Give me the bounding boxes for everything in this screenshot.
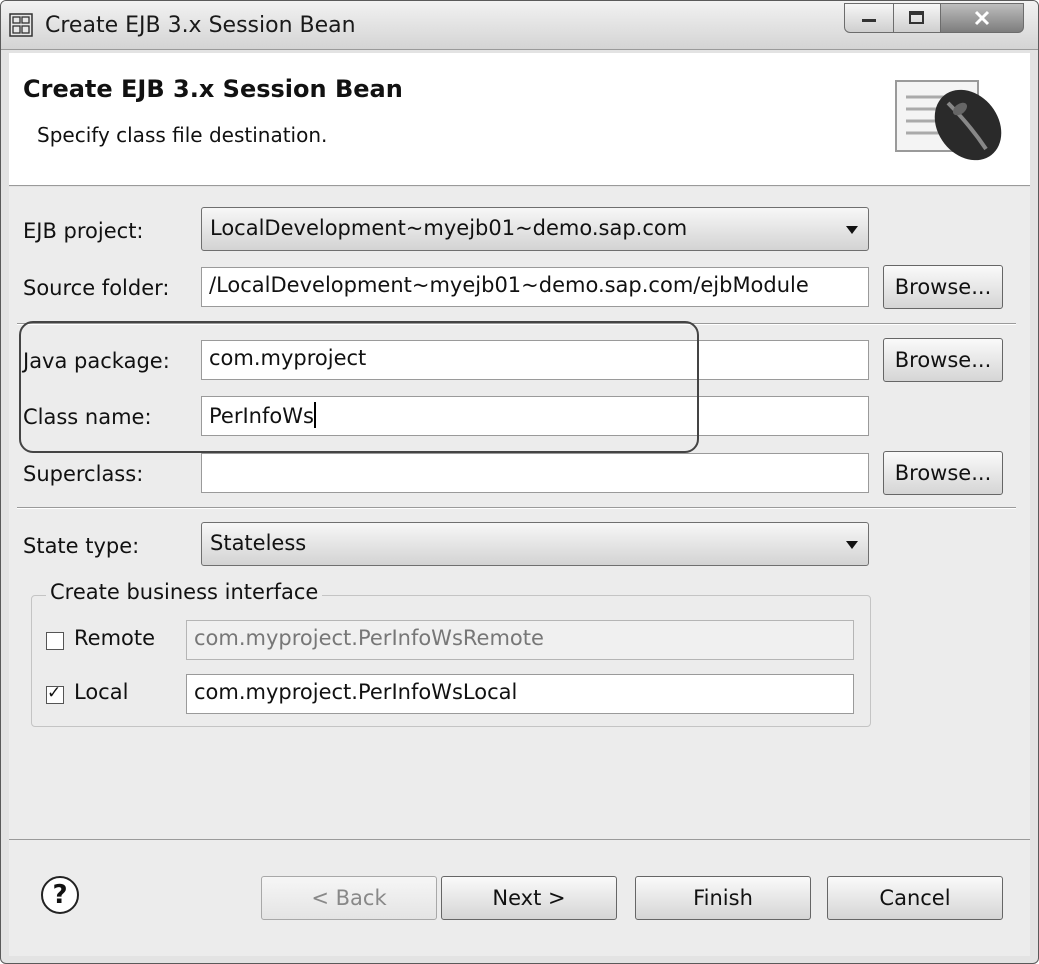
annotation-highlight [19, 321, 699, 453]
source-folder-browse-button[interactable]: Browse... [883, 265, 1003, 309]
dialog-window: Create EJB 3.x Session Bean Create EJB 3… [0, 0, 1039, 964]
ejb-project-label: EJB project: [23, 219, 144, 243]
minimize-button[interactable] [844, 3, 894, 33]
session-bean-icon [895, 80, 1002, 161]
help-icon[interactable]: ? [41, 876, 79, 914]
local-label: Local [74, 680, 129, 704]
remote-interface-field: com.myproject.PerInfoWsRemote [186, 620, 854, 660]
state-type-label: State type: [23, 534, 140, 558]
superclass-label: Superclass: [23, 462, 144, 486]
business-interface-group: Create business interface Remote com.myp… [31, 580, 871, 727]
finish-button[interactable]: Finish [635, 876, 811, 920]
close-icon [974, 10, 990, 26]
chevron-down-icon [846, 226, 858, 234]
maximize-button[interactable] [894, 3, 941, 33]
local-checkbox[interactable]: ✓ [46, 683, 64, 704]
superclass-browse-button[interactable]: Browse... [883, 451, 1003, 495]
wizard-icon [9, 13, 33, 37]
minimize-icon [862, 19, 876, 22]
wizard-banner: Create EJB 3.x Session Bean Specify clas… [9, 53, 1030, 186]
form-area: EJB project: LocalDevelopment~myejb01~de… [9, 187, 1030, 839]
maximize-icon [909, 11, 924, 24]
superclass-field[interactable] [201, 453, 869, 493]
next-button[interactable]: Next > [441, 876, 617, 920]
business-interface-title: Create business interface [46, 580, 323, 604]
window-title: Create EJB 3.x Session Bean [45, 13, 356, 38]
source-folder-field[interactable]: /LocalDevelopment~myejb01~demo.sap.com/e… [201, 267, 869, 307]
ejb-project-select[interactable]: LocalDevelopment~myejb01~demo.sap.com [201, 207, 869, 251]
state-type-select[interactable]: Stateless [201, 522, 869, 566]
checkmark-icon: ✓ [47, 683, 62, 703]
local-interface-field[interactable]: com.myproject.PerInfoWsLocal [186, 674, 854, 714]
title-bar: Create EJB 3.x Session Bean [1, 1, 1038, 50]
source-folder-label: Source folder: [23, 276, 170, 300]
state-type-value: Stateless [210, 531, 307, 555]
back-button[interactable]: < Back [261, 876, 437, 920]
separator [17, 507, 1016, 509]
window-controls [844, 3, 1024, 33]
java-package-browse-button[interactable]: Browse... [883, 338, 1003, 382]
page-title: Create EJB 3.x Session Bean [23, 75, 403, 103]
remote-label: Remote [74, 626, 156, 650]
ejb-project-value: LocalDevelopment~myejb01~demo.sap.com [210, 216, 688, 240]
page-description: Specify class file destination. [37, 123, 328, 147]
cancel-button[interactable]: Cancel [827, 876, 1003, 920]
chevron-down-icon [846, 541, 858, 549]
remote-checkbox[interactable] [46, 632, 64, 650]
close-button[interactable] [941, 3, 1024, 33]
button-bar: ? < Back Next > Finish Cancel [9, 839, 1030, 956]
